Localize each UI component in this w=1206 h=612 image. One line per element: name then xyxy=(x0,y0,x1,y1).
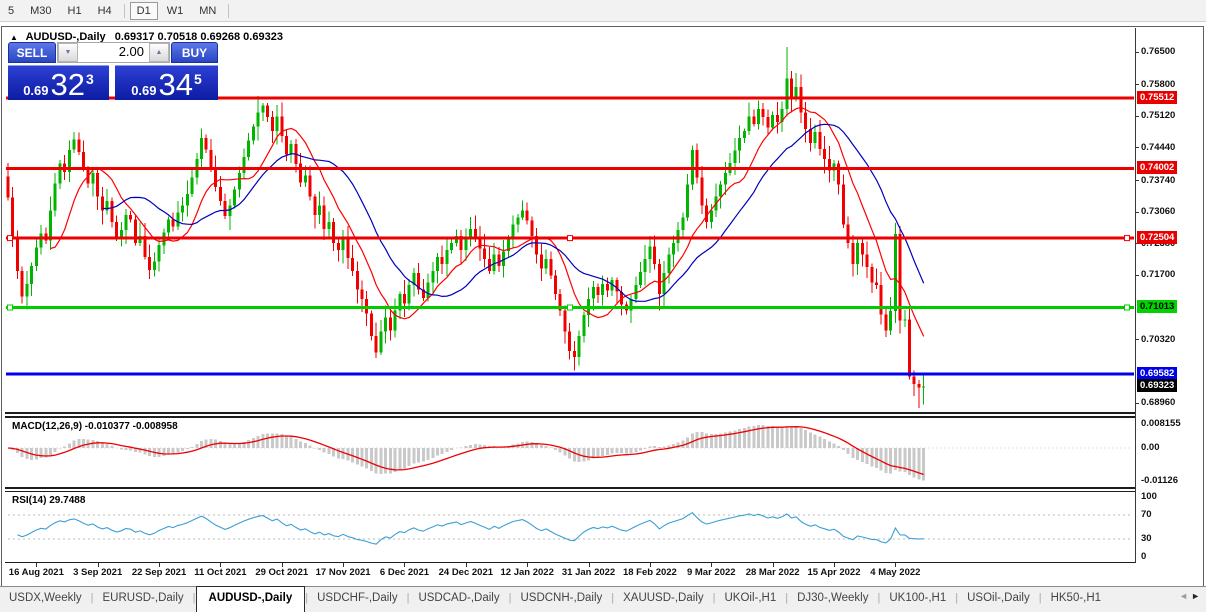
price-axis-tick xyxy=(1135,403,1139,404)
timeframe-button-5[interactable]: 5 xyxy=(1,2,21,20)
date-axis-label: 4 May 2022 xyxy=(855,567,935,578)
volume-input[interactable]: 2.00 xyxy=(78,43,149,62)
rsi-label: RSI(14) 29.7488 xyxy=(12,495,85,506)
chart-tab-usdx-weekly[interactable]: USDX,Weekly xyxy=(0,587,91,612)
pane-splitter[interactable] xyxy=(5,412,1136,414)
price-axis-tick xyxy=(1135,116,1139,117)
buy-price-display[interactable]: 0.69 34 5 xyxy=(115,65,218,100)
tab-scroll-left-icon[interactable]: ◄ xyxy=(1179,591,1191,601)
rsi-indicator-pane[interactable] xyxy=(5,492,1136,562)
current-price-tag: 0.69323 xyxy=(1137,379,1177,392)
line-handle[interactable] xyxy=(8,305,13,310)
chart-tab-xauusd-daily[interactable]: XAUUSD-,Daily xyxy=(614,587,713,612)
chart-tab-audusd-daily[interactable]: AUDUSD-,Daily xyxy=(196,586,306,612)
macd-axis-label: 0.008155 xyxy=(1141,418,1181,429)
timeframe-button-MN[interactable]: MN xyxy=(192,2,223,20)
buy-price-main: 34 xyxy=(159,71,193,98)
sell-price-display[interactable]: 0.69 32 3 xyxy=(8,65,109,100)
rsi-axis-label: 30 xyxy=(1141,533,1152,544)
price-axis-tick xyxy=(1135,180,1139,181)
mt4-terminal: 5M30H1H4D1W1MN ▲ AUDUSD-,Daily 0.69317 0… xyxy=(0,0,1206,612)
timeframe-toolbar: 5M30H1H4 D1W1MN xyxy=(0,0,1206,22)
timeframe-button-H1[interactable]: H1 xyxy=(61,2,89,20)
toolbar-separator xyxy=(124,4,125,18)
timeframe-button-W1[interactable]: W1 xyxy=(160,2,191,20)
volume-decrease-button[interactable]: ▼ xyxy=(58,43,78,62)
buy-price-pip: 5 xyxy=(194,74,202,84)
line-handle[interactable] xyxy=(8,236,13,241)
price-axis-tick xyxy=(1135,84,1139,85)
macd-label: MACD(12,26,9) -0.010377 -0.008958 xyxy=(12,421,178,432)
price-axis-label: 0.71700 xyxy=(1141,269,1175,280)
line-price-tag: 0.71013 xyxy=(1137,300,1177,313)
price-axis-label: 0.70320 xyxy=(1141,334,1175,345)
ma-fast-line xyxy=(51,108,924,337)
line-handle[interactable] xyxy=(1125,236,1130,241)
price-axis-tick xyxy=(1135,147,1139,148)
line-handle[interactable] xyxy=(568,236,573,241)
price-axis-tick xyxy=(1135,339,1139,340)
rsi-axis-label: 0 xyxy=(1141,551,1146,562)
chart-tab-usdcnh-daily[interactable]: USDCNH-,Daily xyxy=(511,587,611,612)
buy-button[interactable]: BUY xyxy=(171,42,218,63)
chart-tab-usoil-daily[interactable]: USOil-,Daily xyxy=(958,587,1039,612)
price-axis-label: 0.73060 xyxy=(1141,206,1175,217)
timeframe-button-M30[interactable]: M30 xyxy=(23,2,58,20)
chart-tab-usdchf-daily[interactable]: USDCHF-,Daily xyxy=(308,587,407,612)
sell-price-main: 32 xyxy=(51,71,85,98)
chart-tab-hk50-h1[interactable]: HK50-,H1 xyxy=(1042,587,1111,612)
price-axis-label: 0.68960 xyxy=(1141,397,1175,408)
price-axis-label: 0.76500 xyxy=(1141,46,1175,57)
volume-increase-button[interactable]: ▲ xyxy=(149,43,169,62)
price-axis-label: 0.73740 xyxy=(1141,175,1175,186)
chart-tab-dj30-weekly[interactable]: DJ30-,Weekly xyxy=(788,587,877,612)
tab-scroll-right-icon[interactable]: ► xyxy=(1191,591,1203,601)
macd-axis-label: 0.00 xyxy=(1141,442,1160,453)
price-axis-tick xyxy=(1135,212,1139,213)
price-axis-label: 0.75800 xyxy=(1141,79,1175,90)
candles xyxy=(7,47,926,408)
price-axis-label: 0.75120 xyxy=(1141,110,1175,121)
macd-axis-label: -0.01126 xyxy=(1141,475,1178,486)
tab-scroll-arrows: ◄► xyxy=(1179,591,1203,601)
line-price-tag: 0.75512 xyxy=(1137,91,1177,104)
line-price-tag: 0.74002 xyxy=(1137,161,1177,174)
buy-price-prefix: 0.69 xyxy=(131,83,156,98)
sell-price-pip: 3 xyxy=(86,74,94,84)
chart-tab-usdcad-daily[interactable]: USDCAD-,Daily xyxy=(409,587,508,612)
price-axis-tick xyxy=(1135,275,1139,276)
chart-tab-ukoil-h1[interactable]: UKOil-,H1 xyxy=(715,587,785,612)
timeframe-button-H4[interactable]: H4 xyxy=(91,2,119,20)
price-axis-tick xyxy=(1135,52,1139,53)
sell-price-prefix: 0.69 xyxy=(23,83,48,98)
line-price-tag: 0.69582 xyxy=(1137,367,1177,380)
chart-tabs-bar: USDX,Weekly|EURUSD-,Daily|AUDUSD-,Daily|… xyxy=(0,586,1206,612)
timeframe-button-D1[interactable]: D1 xyxy=(130,2,158,20)
rsi-axis-label: 100 xyxy=(1141,491,1157,502)
line-handle[interactable] xyxy=(1125,305,1130,310)
rsi-pane-bottom-border xyxy=(5,562,1136,563)
price-axis-label: 0.74440 xyxy=(1141,142,1175,153)
one-click-trading-widget: SELL ▼ 2.00 ▲ BUY 0.69 32 3 0.69 34 5 xyxy=(8,42,218,100)
pane-splitter[interactable] xyxy=(5,487,1136,489)
sell-button[interactable]: SELL xyxy=(8,42,56,63)
rsi-axis-label: 70 xyxy=(1141,509,1152,520)
line-handle[interactable] xyxy=(568,305,573,310)
price-axis-border xyxy=(1135,28,1136,563)
chart-tab-eurusd-daily[interactable]: EURUSD-,Daily xyxy=(94,587,193,612)
chart-tab-uk100-h1[interactable]: UK100-,H1 xyxy=(880,587,955,612)
toolbar-separator xyxy=(228,4,229,18)
line-price-tag: 0.72504 xyxy=(1137,231,1177,244)
